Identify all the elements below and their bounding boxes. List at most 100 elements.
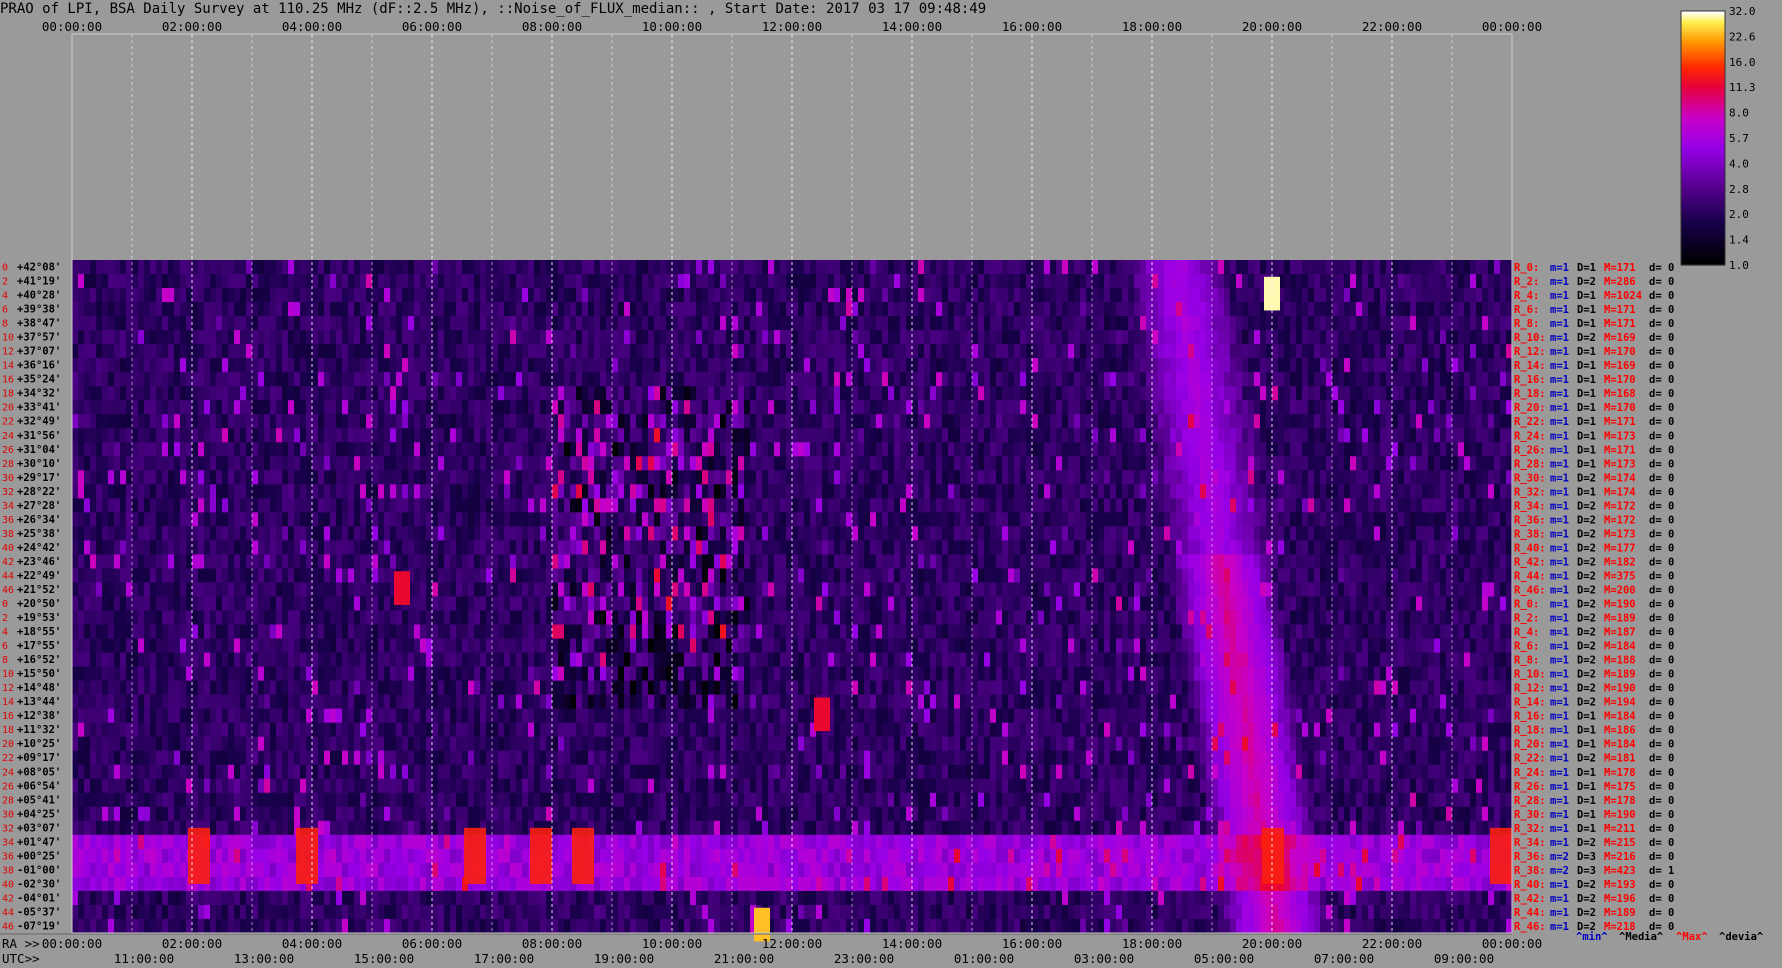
heatmap-cell — [732, 400, 739, 415]
heatmap-cell — [870, 456, 877, 471]
heatmap-cell — [1362, 358, 1369, 373]
heatmap-cell — [204, 302, 211, 317]
heatmap-cell — [810, 540, 817, 556]
heatmap-cell — [1122, 526, 1129, 542]
heatmap-cell — [1314, 260, 1321, 275]
heatmap-cell — [594, 302, 601, 317]
heatmap-cell — [1296, 442, 1303, 457]
heatmap-cell — [744, 414, 751, 429]
heatmap-cell — [810, 526, 817, 542]
heatmap-cell — [1014, 456, 1021, 471]
heatmap-cell — [1410, 358, 1417, 373]
heatmap-cell — [1290, 400, 1297, 415]
heatmap-cell — [1224, 428, 1231, 443]
heatmap-cell — [1128, 540, 1135, 556]
heatmap-cell — [1458, 526, 1465, 542]
heatmap-cell — [924, 288, 931, 303]
heatmap-cell — [762, 470, 769, 485]
heatmap-cell — [828, 400, 835, 415]
heatmap-cell — [264, 344, 271, 359]
heatmap-cell — [498, 512, 505, 527]
heatmap-cell — [942, 400, 949, 415]
heatmap-cell — [834, 274, 841, 289]
heatmap-cell — [216, 372, 223, 387]
heatmap-cell — [1470, 330, 1477, 345]
heatmap-cell — [342, 302, 349, 317]
heatmap-cell — [1458, 414, 1465, 429]
heatmap-cell — [984, 302, 991, 317]
heatmap-cell — [1314, 274, 1321, 289]
heatmap-cell — [294, 400, 301, 415]
heatmap-cell — [660, 498, 667, 513]
heatmap-cell — [1140, 400, 1147, 415]
heatmap-cell — [1152, 400, 1159, 415]
heatmap-cell — [720, 302, 727, 317]
heatmap-cell — [558, 316, 565, 331]
heatmap-cell — [1128, 372, 1135, 387]
heatmap-cell — [1170, 470, 1177, 485]
heatmap-cell — [624, 428, 631, 443]
heatmap-cell — [1224, 414, 1231, 429]
heatmap-cell — [408, 372, 415, 387]
heatmap-cell — [438, 274, 445, 289]
heatmap-cell — [204, 512, 211, 527]
heatmap-cell — [90, 442, 97, 457]
heatmap-cell — [648, 428, 655, 443]
heatmap-cell — [744, 400, 751, 415]
heatmap-cell — [1338, 456, 1345, 471]
heatmap-cell — [558, 400, 565, 415]
heatmap-cell — [282, 526, 289, 542]
heatmap-cell — [456, 470, 463, 485]
heatmap-cell — [414, 512, 421, 527]
heatmap-cell — [1374, 358, 1381, 373]
heatmap-cell — [474, 316, 481, 331]
heatmap-cell — [918, 330, 925, 345]
heatmap-cell — [204, 456, 211, 471]
heatmap-cell — [1074, 498, 1081, 513]
heatmap-cell — [378, 358, 385, 373]
heatmap-cell — [150, 386, 157, 401]
heatmap-cell — [954, 372, 961, 387]
heatmap-cell — [1170, 400, 1177, 415]
heatmap-cell — [1128, 442, 1135, 457]
heatmap-cell — [720, 414, 727, 429]
heatmap-cell — [612, 540, 619, 556]
heatmap-cell — [894, 456, 901, 471]
heatmap-cell — [450, 470, 457, 485]
heatmap-cell — [1074, 400, 1081, 415]
heatmap-cell — [600, 400, 607, 415]
heatmap-cell — [390, 330, 397, 345]
heatmap-cell — [708, 386, 715, 401]
heatmap-cell — [96, 428, 103, 443]
heatmap-cell — [1158, 386, 1165, 401]
heatmap-cell — [180, 456, 187, 471]
heatmap-cell — [522, 330, 529, 345]
heatmap-cell — [1002, 260, 1009, 275]
heatmap-cell — [1176, 484, 1183, 499]
heatmap-cell — [138, 428, 145, 443]
heatmap-cell — [312, 470, 319, 485]
heatmap-cell — [1152, 498, 1159, 513]
heatmap-cell — [552, 414, 559, 429]
heatmap-cell — [300, 302, 307, 317]
heatmap-cell — [1476, 414, 1483, 429]
heatmap-cell — [522, 470, 529, 485]
heatmap-cell — [1134, 386, 1141, 401]
heatmap-cell — [840, 428, 847, 443]
heatmap-cell — [192, 316, 199, 331]
heatmap-cell — [168, 470, 175, 485]
heatmap-cell — [1362, 372, 1369, 387]
heatmap-cell — [672, 400, 679, 415]
heatmap-cell — [1488, 316, 1495, 331]
heatmap-cell — [1104, 288, 1111, 303]
heatmap-cell — [582, 498, 589, 513]
heatmap-cell — [1350, 470, 1357, 485]
heatmap-cell — [258, 484, 265, 499]
heatmap-cell — [612, 512, 619, 527]
heatmap-cell — [930, 456, 937, 471]
heatmap-cell — [1224, 498, 1231, 513]
heatmap-cell — [1068, 302, 1075, 317]
heatmap-cell — [198, 302, 205, 317]
heatmap-cell — [138, 470, 145, 485]
heatmap-cell — [498, 260, 505, 275]
